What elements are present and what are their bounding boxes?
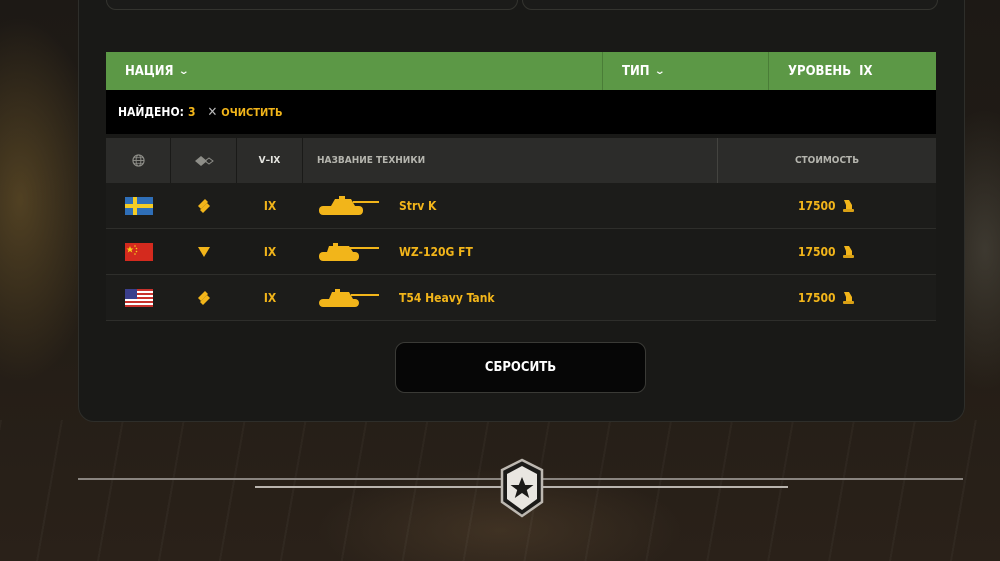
tank-silhouette-icon — [319, 288, 379, 307]
vehicle-table: V–IX НАЗВАНИЕ ТЕХНИКИ СТОИМОСТЬ IX Strv … — [106, 138, 936, 321]
vehicle-type-icon — [194, 155, 214, 166]
cost-column-header[interactable]: СТОИМОСТЬ — [718, 138, 936, 183]
tank-name: WZ-120G FT — [399, 244, 473, 259]
tier-cell: IX — [263, 244, 277, 259]
type-column-header[interactable] — [171, 138, 237, 183]
filter-bar: НАЦИЯ ⌄ ТИП ⌄ УРОВЕНЬ IX — [106, 52, 936, 90]
upper-right-box — [522, 0, 938, 10]
nation-filter-dropdown[interactable]: НАЦИЯ ⌄ — [106, 52, 603, 90]
bond-currency-icon — [842, 291, 854, 304]
type-cell — [171, 229, 237, 274]
upper-left-box — [106, 0, 518, 10]
name-cell: T54 Heavy Tank — [303, 275, 718, 320]
name-column-header[interactable]: НАЗВАНИЕ ТЕХНИКИ — [303, 138, 718, 183]
tier-cell: IX — [263, 290, 277, 305]
clear-label: ОЧИСТИТЬ — [221, 105, 283, 119]
chevron-down-icon: ⌄ — [653, 65, 665, 77]
bond-currency-icon — [842, 199, 854, 212]
cost-value: 17500 — [798, 198, 836, 213]
china-flag-icon — [124, 242, 153, 261]
type-filter-dropdown[interactable]: ТИП ⌄ — [603, 52, 769, 90]
bond-currency-icon — [842, 245, 854, 258]
nation-cell — [106, 275, 171, 320]
nation-column-header[interactable] — [106, 138, 171, 183]
cost-value: 17500 — [798, 244, 836, 259]
results-bar: НАЙДЕНО: 3 ✕ ОЧИСТИТЬ — [106, 90, 936, 134]
found-count: 3 — [187, 105, 196, 119]
star-shield-icon — [500, 458, 544, 518]
tank-name: T54 Heavy Tank — [399, 290, 495, 305]
tank-silhouette-icon — [319, 242, 379, 261]
tier-column-header[interactable]: V–IX — [237, 138, 303, 183]
level-filter-value: IX — [859, 63, 873, 79]
table-row[interactable]: IX Strv K 17500 — [106, 183, 936, 229]
tier-cell: IX — [263, 198, 277, 213]
name-cell: Strv K — [303, 183, 718, 228]
heavy-tank-icon — [198, 290, 210, 305]
tank-silhouette-icon — [319, 195, 379, 215]
level-filter-dropdown[interactable]: УРОВЕНЬ IX — [769, 52, 936, 90]
tank-name: Strv K — [399, 198, 437, 213]
table-header: V–IX НАЗВАНИЕ ТЕХНИКИ СТОИМОСТЬ — [106, 138, 936, 183]
tank-destroyer-icon — [198, 246, 210, 257]
type-cell — [171, 183, 237, 228]
name-cell: WZ-120G FT — [303, 229, 718, 274]
nation-cell — [106, 183, 171, 228]
table-row[interactable]: IX T54 Heavy Tank 17500 — [106, 275, 936, 321]
table-row[interactable]: IX WZ-120G FT 17500 — [106, 229, 936, 275]
usa-flag-icon — [124, 288, 153, 307]
reset-button[interactable]: СБРОСИТЬ — [395, 342, 646, 393]
level-filter-label: УРОВЕНЬ — [788, 63, 852, 79]
cost-value: 17500 — [798, 290, 836, 305]
chevron-down-icon: ⌄ — [177, 65, 189, 77]
nation-cell — [106, 229, 171, 274]
type-cell — [171, 275, 237, 320]
found-label: НАЙДЕНО: — [118, 105, 184, 119]
cost-cell: 17500 — [718, 183, 936, 228]
cost-cell: 17500 — [718, 229, 936, 274]
clear-filters-button[interactable]: ✕ ОЧИСТИТЬ — [207, 105, 282, 120]
close-icon: ✕ — [207, 104, 218, 120]
globe-icon — [131, 154, 145, 167]
cost-cell: 17500 — [718, 275, 936, 320]
sweden-flag-icon — [124, 196, 153, 215]
heavy-tank-icon — [198, 198, 210, 213]
nation-filter-label: НАЦИЯ — [125, 63, 174, 79]
type-filter-label: ТИП — [622, 63, 650, 79]
